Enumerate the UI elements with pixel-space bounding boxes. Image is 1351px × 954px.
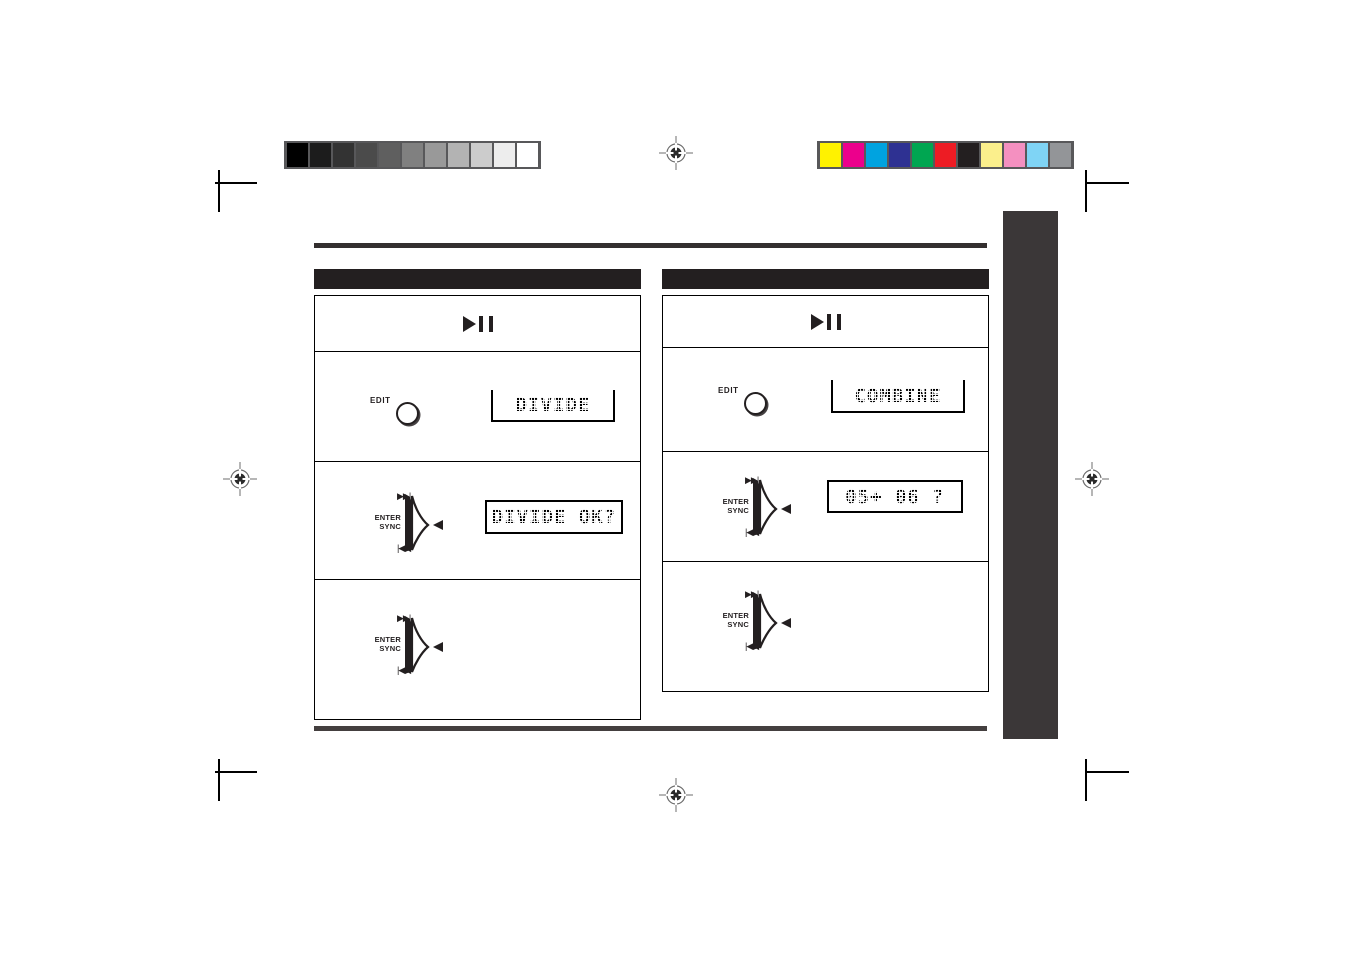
play-pause-icon[interactable] [462,316,493,332]
crop-mark-tl-h [215,182,257,184]
calibration-swatch [820,143,841,167]
calibration-swatch [448,143,469,167]
calibration-swatch [912,143,933,167]
combine-step-transport [663,296,988,348]
registration-target-right [1075,462,1109,496]
calibration-swatch [333,143,354,167]
procedure-box-combine: EDIT COMBINE ▶▶| ENTER SYNC |◀◀ 05+ 06 ?… [662,295,989,692]
calibration-swatch [958,143,979,167]
registration-target-top [659,136,693,170]
procedure-box-divide: EDIT DIVIDE ▶▶| ENTER SYNC |◀◀ DIVIDE OK… [314,295,641,720]
sync-label: SYNC [379,643,401,653]
registration-target-left [223,462,257,496]
page-thumb-tab [1003,211,1058,739]
calibration-swatch [981,143,1002,167]
combine-step-enter-2: ▶▶| ENTER SYNC |◀◀ [663,562,988,688]
skip-back-icon: |◀◀ [397,543,411,553]
calibration-swatch [1004,143,1025,167]
combine-step-edit: EDIT COMBINE [663,348,988,452]
skip-back-icon: |◀◀ [745,527,759,537]
calibration-swatch [356,143,377,167]
crop-mark-tl-v [218,170,220,212]
scanned-page: EDIT DIVIDE ▶▶| ENTER SYNC |◀◀ DIVIDE OK… [0,0,1351,954]
lcd-display-track-combine: 05+ 06 ? [827,480,963,513]
crop-mark-br-v [1085,759,1087,801]
lcd-display-divide-ok: DIVIDE OK? [485,500,623,534]
sync-label: SYNC [727,619,749,629]
divide-step-edit: EDIT DIVIDE [315,352,640,462]
crop-mark-tr-v [1085,170,1087,212]
divide-step-enter-1: ▶▶| ENTER SYNC |◀◀ DIVIDE OK? [315,462,640,580]
calibration-swatch [287,143,308,167]
skip-back-icon: |◀◀ [397,665,411,675]
procedure-column-divide: EDIT DIVIDE ▶▶| ENTER SYNC |◀◀ DIVIDE OK… [314,269,641,720]
edit-knob-label: EDIT [370,396,391,405]
play-pause-icon[interactable] [810,314,841,330]
procedure-column-combine: EDIT COMBINE ▶▶| ENTER SYNC |◀◀ 05+ 06 ?… [662,269,989,692]
calibration-swatch [1027,143,1048,167]
lcd-display-combine: COMBINE [831,380,965,413]
calibration-swatch [425,143,446,167]
edit-knob[interactable]: EDIT [370,394,430,432]
jog-enter-sync[interactable]: ▶▶| ENTER SYNC |◀◀ [703,590,793,652]
grayscale-step-wedge [284,141,541,169]
calibration-swatch [1050,143,1071,167]
edit-knob-ring [396,402,419,425]
jog-enter-sync[interactable]: ▶▶| ENTER SYNC |◀◀ [355,492,445,554]
crop-mark-tr-h [1087,182,1129,184]
calibration-swatch [379,143,400,167]
calibration-swatch [517,143,538,167]
page-bottom-rule [314,726,987,731]
divide-step-transport [315,296,640,352]
divide-step-enter-2: ▶▶| ENTER SYNC |◀◀ [315,580,640,719]
calibration-swatch [843,143,864,167]
calibration-swatch [471,143,492,167]
page-content: EDIT DIVIDE ▶▶| ENTER SYNC |◀◀ DIVIDE OK… [314,243,989,733]
calibration-swatch [866,143,887,167]
jog-enter-sync[interactable]: ▶▶| ENTER SYNC |◀◀ [703,476,793,538]
column-header-divide [314,269,641,289]
crop-mark-bl-h [215,771,257,773]
edit-knob[interactable]: EDIT [718,384,778,422]
calibration-swatch [494,143,515,167]
process-color-control-strip [817,141,1074,169]
edit-knob-ring [744,392,767,415]
jog-enter-sync[interactable]: ▶▶| ENTER SYNC |◀◀ [355,614,445,676]
calibration-swatch [402,143,423,167]
page-top-rule [314,243,987,248]
combine-step-enter-1: ▶▶| ENTER SYNC |◀◀ 05+ 06 ? [663,452,988,562]
lcd-display-divide: DIVIDE [491,390,615,422]
lcd-text: DIVIDE [515,394,591,416]
calibration-swatch [935,143,956,167]
registration-target-bottom [659,778,693,812]
sync-label: SYNC [727,505,749,515]
edit-knob-label: EDIT [718,386,739,395]
crop-mark-br-h [1087,771,1129,773]
sync-label: SYNC [379,521,401,531]
lcd-text: COMBINE [854,384,942,407]
lcd-text: 05+ 06 ? [845,485,945,508]
lcd-text: DIVIDE OK? [491,506,617,528]
column-header-combine [662,269,989,289]
crop-mark-bl-v [218,759,220,801]
calibration-swatch [889,143,910,167]
calibration-swatch [310,143,331,167]
skip-back-icon: |◀◀ [745,641,759,651]
